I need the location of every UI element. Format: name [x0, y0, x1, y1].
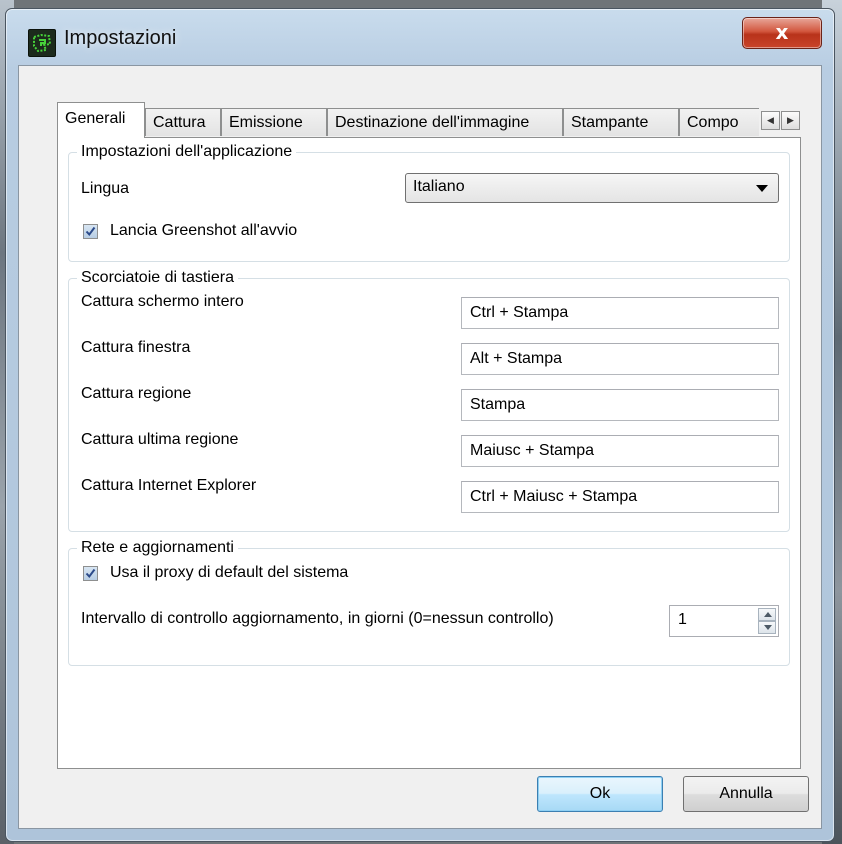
hotkey-input-window[interactable]: Alt + Stampa	[461, 343, 779, 375]
language-label: Lingua	[81, 180, 130, 197]
chevron-up-icon	[764, 612, 772, 617]
greenshot-icon[interactable]	[28, 29, 56, 57]
hotkey-label-ie: Cattura Internet Explorer	[81, 477, 257, 494]
hotkey-label-last-region: Cattura ultima regione	[81, 431, 239, 448]
cancel-button[interactable]: Annulla	[683, 776, 809, 812]
language-select-value: Italiano	[413, 178, 465, 195]
tab-scroll-left-icon[interactable]: ◀	[761, 111, 780, 130]
stepper-down-button[interactable]	[758, 621, 776, 634]
title-bar[interactable]: Impostazioni x	[6, 9, 834, 67]
dialog-client-area: Generali Cattura Emissione Destinazione …	[18, 65, 822, 829]
close-button[interactable]: x	[742, 17, 822, 49]
chevron-down-icon	[764, 625, 772, 630]
tab-strip: Generali Cattura Emissione Destinazione …	[57, 102, 803, 138]
ok-button[interactable]: Ok	[537, 776, 663, 812]
hotkey-label-region: Cattura regione	[81, 385, 192, 402]
tab-destinazione[interactable]: Destinazione dell'immagine	[327, 108, 563, 136]
group-app-settings-legend: Impostazioni dell'applicazione	[77, 142, 297, 162]
autostart-checkbox[interactable]	[83, 224, 98, 239]
proxy-label: Usa il proxy di default del sistema	[110, 564, 349, 581]
hotkey-input-ie[interactable]: Ctrl + Maiusc + Stampa	[461, 481, 779, 513]
group-network-legend: Rete e aggiornamenti	[77, 538, 238, 558]
close-icon: x	[775, 20, 789, 44]
group-app-settings: Impostazioni dell'applicazione Lingua It…	[68, 142, 790, 262]
checkmark-icon	[85, 568, 96, 579]
update-interval-stepper[interactable]: 1	[669, 605, 779, 637]
hotkey-input-last-region[interactable]: Maiusc + Stampa	[461, 435, 779, 467]
chevron-down-icon	[756, 185, 768, 192]
stepper-buttons	[758, 608, 776, 634]
hotkey-input-region[interactable]: Stampa	[461, 389, 779, 421]
autostart-label: Lancia Greenshot all'avvio	[110, 222, 298, 239]
tab-cattura[interactable]: Cattura	[145, 108, 221, 136]
group-hotkeys: Scorciatoie di tastiera Cattura schermo …	[68, 268, 790, 532]
update-interval-value: 1	[678, 611, 687, 628]
proxy-checkbox[interactable]	[83, 566, 98, 581]
group-hotkeys-legend: Scorciatoie di tastiera	[77, 268, 238, 288]
settings-dialog: Impostazioni x Generali Cattura Emission…	[5, 8, 835, 842]
checkmark-icon	[85, 226, 96, 237]
group-network: Rete e aggiornamenti Usa il proxy di def…	[68, 538, 790, 666]
window-title: Impostazioni	[64, 27, 177, 49]
tab-panel-generali: Impostazioni dell'applicazione Lingua It…	[57, 137, 801, 769]
hotkey-label-fullscreen: Cattura schermo intero	[81, 293, 244, 310]
hotkey-label-window: Cattura finestra	[81, 339, 191, 356]
tab-emissione[interactable]: Emissione	[221, 108, 327, 136]
tab-scroll-right-icon[interactable]: ▶	[781, 111, 800, 130]
tab-stampante[interactable]: Stampante	[563, 108, 679, 136]
hotkey-input-fullscreen[interactable]: Ctrl + Stampa	[461, 297, 779, 329]
update-interval-label: Intervallo di controllo aggiornamento, i…	[81, 610, 554, 627]
stepper-up-button[interactable]	[758, 608, 776, 621]
tab-generali[interactable]: Generali	[57, 102, 145, 138]
language-select[interactable]: Italiano	[405, 173, 779, 203]
tab-componenti[interactable]: Compo	[679, 108, 759, 136]
